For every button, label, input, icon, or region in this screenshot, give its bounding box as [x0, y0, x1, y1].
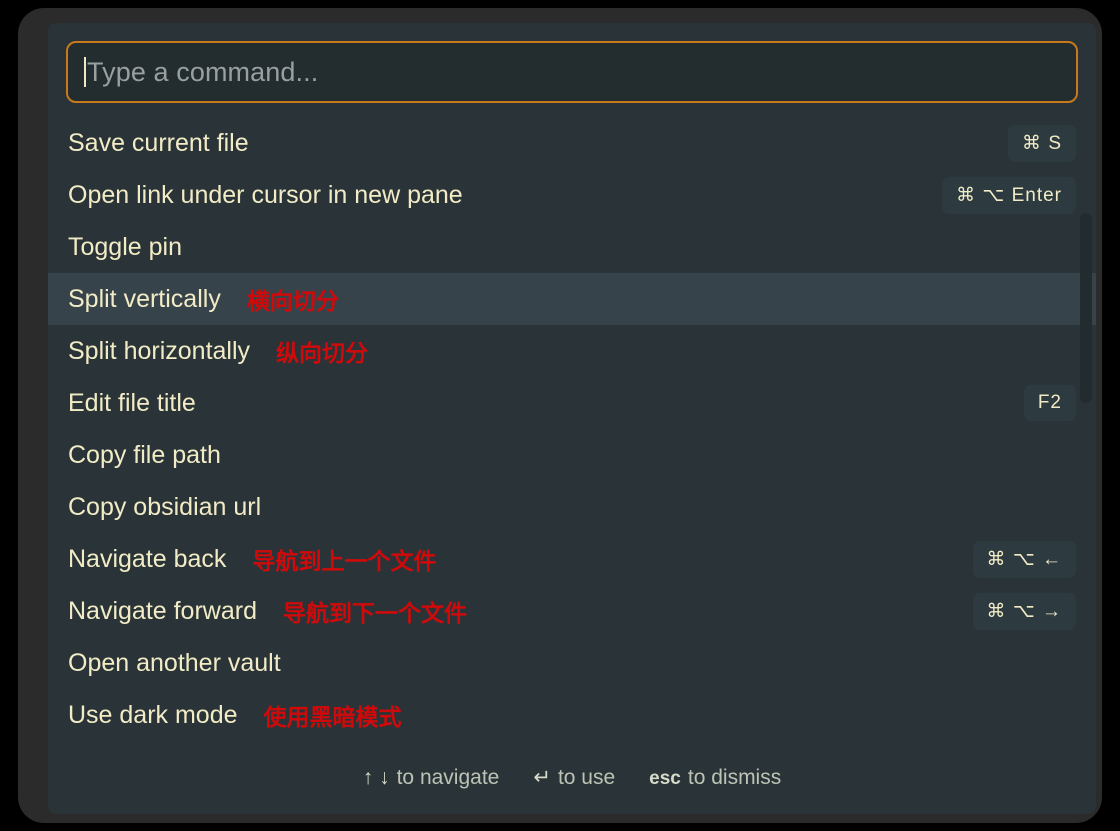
command-label: Toggle pin	[68, 232, 182, 261]
command-row[interactable]: Open link under cursor in new pane ⌘ ⌥ En…	[48, 169, 1096, 221]
footer-hint: ↵ to use	[533, 765, 615, 790]
footer-hint-text: to navigate	[396, 765, 500, 789]
hotkey-badge: ⌘ ⌥ →	[972, 592, 1076, 630]
command-row[interactable]: Toggle pin	[48, 221, 1096, 273]
command-row[interactable]: Copy obsidian url	[48, 481, 1096, 533]
command-label: Navigate forward	[68, 596, 257, 625]
command-annotation: 使用黑暗模式	[263, 705, 402, 731]
command-label: Save current file	[68, 128, 249, 157]
command-row[interactable]: Copy file path	[48, 429, 1096, 481]
text-cursor	[84, 57, 86, 87]
hotkey-badge: ⌘ S	[1008, 124, 1076, 162]
command-palette-modal: Type a command... Save current file ⌘ S Op…	[48, 23, 1096, 814]
command-label: Split vertically	[68, 284, 221, 313]
app-window: Type a command... Save current file ⌘ S Op…	[18, 8, 1102, 823]
footer-hint-key: esc	[649, 767, 681, 789]
command-row[interactable]: Split horizontally 纵向切分	[48, 325, 1096, 377]
command-label: Open another vault	[68, 648, 281, 677]
command-label: Split horizontally	[68, 336, 251, 365]
command-label: Navigate back	[68, 544, 227, 573]
command-label: Edit file title	[68, 388, 196, 417]
footer-hint-text: to dismiss	[687, 765, 782, 789]
search-input[interactable]: Type a command...	[66, 41, 1078, 103]
footer-hint-text: to use	[557, 766, 616, 789]
command-annotation: 导航到下一个文件	[282, 601, 467, 627]
command-label: Copy file path	[68, 440, 221, 469]
list-scrollbar[interactable]	[1080, 213, 1092, 403]
command-row[interactable]: Edit file title F2	[48, 377, 1096, 429]
command-label: Open link under cursor in new pane	[68, 180, 463, 209]
command-annotation: 横向切分	[246, 289, 339, 315]
command-label: Copy obsidian url	[68, 492, 262, 521]
command-row[interactable]: Navigate forward 导航到下一个文件 ⌘ ⌥ →	[48, 585, 1096, 637]
footer-hint: esc to dismiss	[649, 766, 781, 790]
command-row[interactable]: Use dark mode 使用黑暗模式	[48, 689, 1096, 741]
command-annotation: 导航到上一个文件	[252, 549, 437, 575]
hotkey-badge: ⌘ ⌥ Enter	[942, 176, 1076, 214]
command-row[interactable]: Split vertically 横向切分	[48, 273, 1096, 325]
command-row[interactable]: Save current file ⌘ S	[48, 117, 1096, 169]
command-label: Use dark mode	[68, 700, 238, 729]
hotkey-badge: ⌘ ⌥ ←	[972, 540, 1076, 578]
footer-hint-key: ↑ ↓	[362, 765, 390, 789]
command-annotation: 纵向切分	[276, 341, 369, 367]
command-row[interactable]: Navigate back 导航到上一个文件 ⌘ ⌥ ←	[48, 533, 1096, 585]
search-placeholder: Type a command...	[87, 56, 319, 87]
hotkey-badge: F2	[1023, 385, 1076, 421]
footer-hint: ↑ ↓ to navigate	[363, 766, 500, 790]
palette-footer: ↑ ↓ to navigate ↵ to use esc to dismiss	[48, 765, 1096, 790]
footer-hint-key: ↵	[533, 766, 551, 789]
command-row[interactable]: Open another vault	[48, 637, 1096, 689]
search-row: Type a command...	[48, 23, 1096, 103]
command-results-list[interactable]: Save current file ⌘ S Open link under curs…	[48, 117, 1096, 755]
